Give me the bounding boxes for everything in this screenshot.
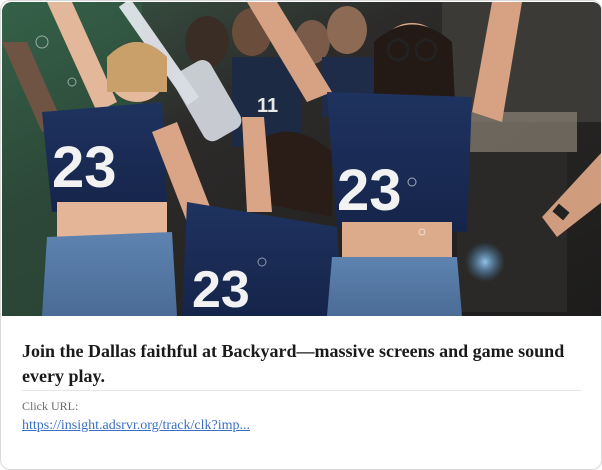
svg-text:11: 11 [257, 95, 278, 117]
jersey-number-left: 23 [52, 135, 117, 200]
click-url-label: Click URL: [22, 399, 79, 413]
ad-image[interactable]: 11 23 23 23 [2, 2, 601, 316]
ad-headline: Join the Dallas faithful at Backyard—mas… [22, 341, 565, 386]
jersey-number-middle: 23 [192, 261, 250, 316]
ad-card[interactable]: 11 23 23 23 Join the Dallas faithful at … [0, 0, 602, 470]
divider [22, 390, 582, 391]
click-url-link[interactable]: https://insight.adsrvr.org/track/clk?imp… [22, 417, 250, 435]
jersey-number-right: 23 [337, 158, 402, 223]
